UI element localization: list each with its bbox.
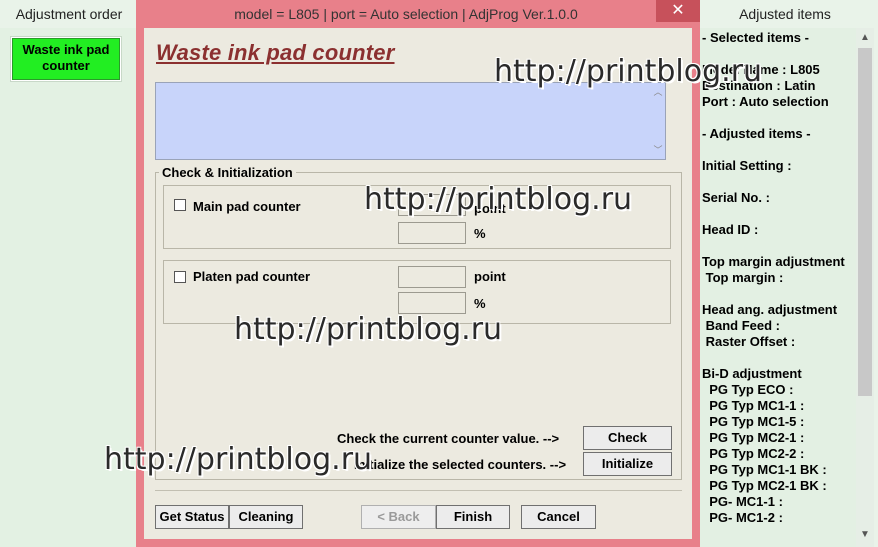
adjusted-item-line: Destination : Latin (702, 78, 816, 93)
finish-button[interactable]: Finish (436, 505, 510, 529)
adjusted-item-line: - Adjusted items - (702, 126, 811, 141)
platen-pad-label: Platen pad counter (193, 269, 311, 284)
scroll-down-icon[interactable]: ▼ (856, 527, 874, 543)
main-pad-checkbox[interactable] (174, 199, 186, 211)
footer-divider (155, 490, 682, 491)
dialog-title: model = L805 | port = Auto selection | A… (234, 6, 578, 22)
adjusted-item-line: - Selected items - (702, 30, 809, 45)
main-pad-point-field (398, 194, 466, 216)
close-button[interactable]: ✕ (656, 0, 700, 22)
adjusted-item-line: Head ID : (702, 222, 759, 237)
platen-pad-percent-field (398, 292, 466, 314)
adjusted-item-line: Top margin adjustment (702, 254, 845, 269)
main-pad-percent-field (398, 222, 466, 244)
adjusted-item-line: PG Typ MC1-5 : (702, 414, 805, 429)
platen-pad-checkbox[interactable] (174, 271, 186, 283)
adjusted-item-line: Raster Offset : (702, 334, 796, 349)
scroll-thumb[interactable] (858, 48, 872, 396)
adjusted-item-line: PG Typ MC1-1 BK : (702, 462, 827, 477)
initialize-instruction: Initialize the selected counters. --> (354, 457, 567, 472)
adjusted-item-line: PG- MC1-1 : (702, 494, 783, 509)
check-init-group-label: Check & Initialization (159, 165, 296, 180)
adjusted-item-line: Band Feed : (702, 318, 781, 333)
dialog-client-area: Waste ink pad counter ︿ ﹀ Check & Initia… (144, 28, 692, 539)
adjusted-item-line: PG Typ ECO : (702, 382, 794, 397)
adjusted-item-line: PG Typ MC2-1 : (702, 430, 805, 445)
adjusted-item-line: Serial No. : (702, 190, 770, 205)
adjustment-order-title: Adjustment order (0, 0, 138, 28)
cleaning-button[interactable]: Cleaning (229, 505, 303, 529)
adjusted-item-line: Head ang. adjustment (702, 302, 838, 317)
adjusted-items-title: Adjusted items (739, 6, 831, 22)
adjprog-dialog: model = L805 | port = Auto selection | A… (136, 0, 700, 547)
back-button[interactable]: < Back (361, 505, 436, 529)
textbox-scroll-down-icon[interactable]: ﹀ (651, 143, 665, 156)
adjusted-item-line: Bi-D adjustment (702, 366, 802, 381)
adjusted-items-list: - Selected items - Model Name : L805 Desti… (700, 28, 856, 547)
scroll-up-icon[interactable]: ▲ (856, 30, 874, 46)
adjusted-items-scrollbar[interactable]: ▲ ▼ (856, 28, 874, 547)
platen-pad-percent-unit: % (474, 296, 486, 311)
get-status-button[interactable]: Get Status (155, 505, 229, 529)
page-heading: Waste ink pad counter (156, 40, 395, 65)
close-icon: ✕ (671, 2, 685, 19)
adjusted-item-line: PG Typ MC1-1 : (702, 398, 805, 413)
initialize-button[interactable]: Initialize (583, 452, 672, 476)
check-button[interactable]: Check (583, 426, 672, 450)
check-instruction: Check the current counter value. --> (337, 431, 560, 446)
waste-ink-pad-counter-item[interactable]: Waste ink pad counter (12, 38, 120, 80)
textbox-scroll-up-icon[interactable]: ︿ (651, 85, 665, 98)
main-pad-point-unit: point (474, 201, 506, 216)
adjusted-item-line: PG Typ MC2-1 BK : (702, 478, 827, 493)
adjusted-item-line: Port : Auto selection (702, 94, 829, 109)
main-pad-label: Main pad counter (193, 199, 301, 214)
adjusted-item-line: PG- MC1-2 : (702, 510, 783, 525)
adjustment-order-panel: Adjustment order Waste ink pad counter (0, 0, 138, 547)
info-textbox[interactable]: ︿ ﹀ (155, 82, 666, 160)
adjusted-item-line: Top margin : (702, 270, 784, 285)
platen-pad-point-field (398, 266, 466, 288)
adjusted-item-line: Model Name : L805 (702, 62, 820, 77)
adjusted-item-line: Initial Setting : (702, 158, 792, 173)
cancel-button[interactable]: Cancel (521, 505, 596, 529)
platen-pad-point-unit: point (474, 269, 506, 284)
main-pad-percent-unit: % (474, 226, 486, 241)
adjusted-items-panel: Adjusted items - Selected items - Model N… (700, 0, 878, 547)
info-textbox-scrollbar[interactable]: ︿ ﹀ (651, 83, 665, 159)
adjusted-item-line: PG Typ MC2-2 : (702, 446, 805, 461)
